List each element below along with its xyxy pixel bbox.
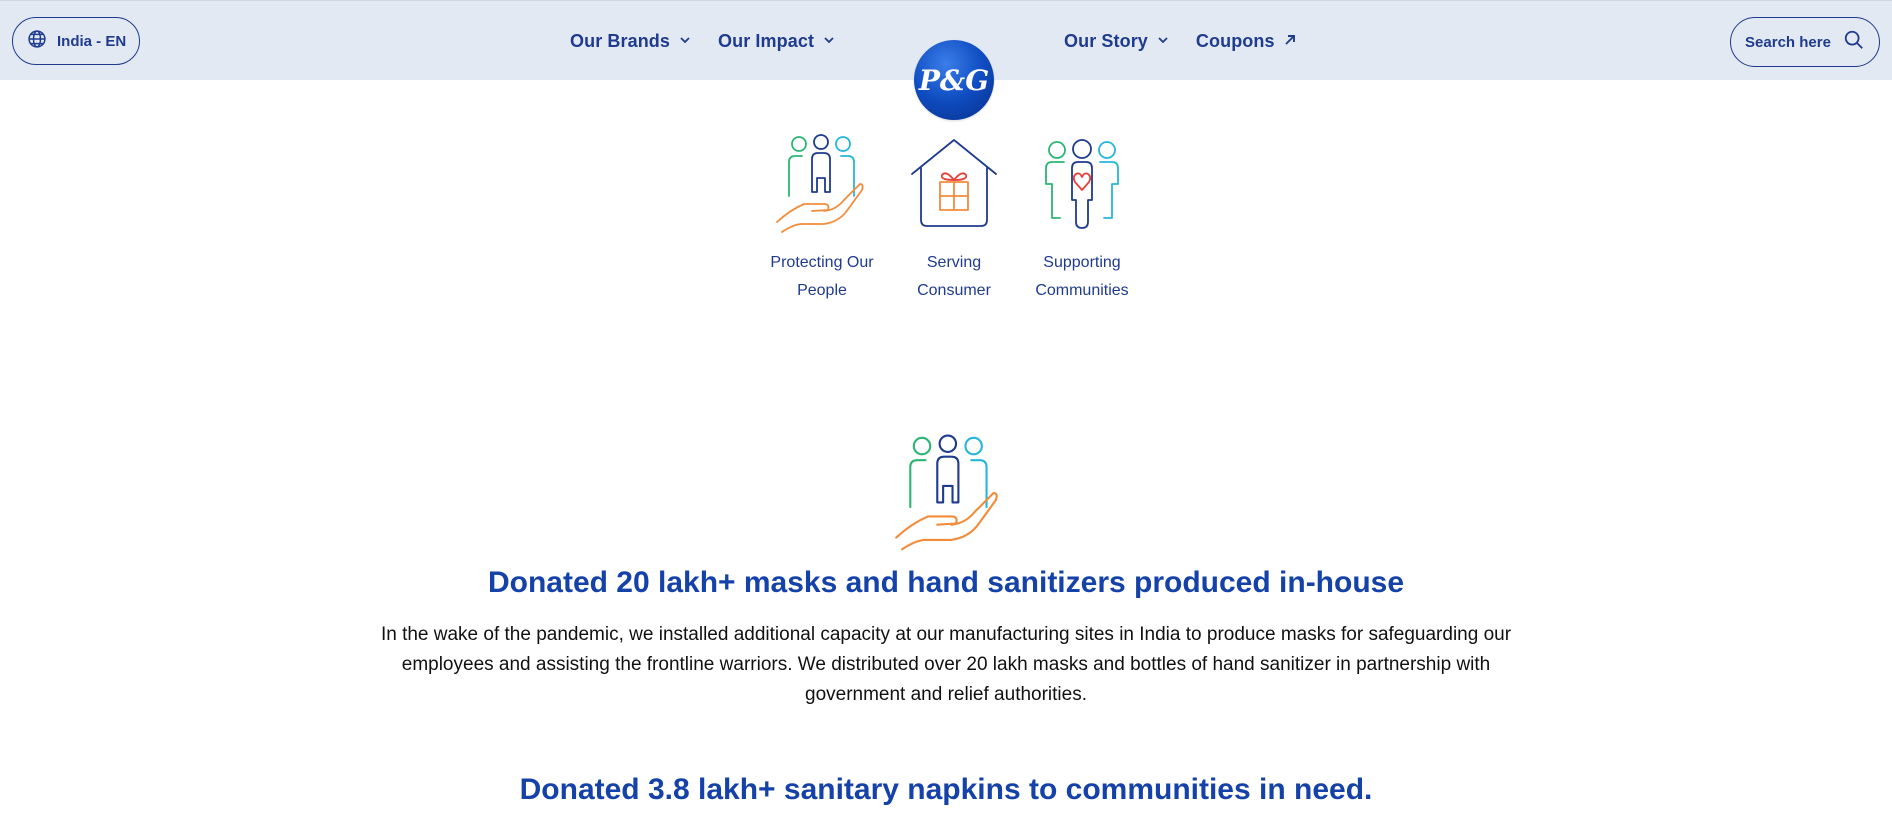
tab-label: Protecting Our People: [770, 249, 873, 305]
tab-label-line1: Supporting: [1043, 254, 1121, 271]
impact-tabs: Protecting Our People Serving Consumer S…: [754, 132, 1146, 305]
tab-label: Supporting Communities: [1035, 249, 1128, 305]
nav-label: Our Brands: [570, 30, 671, 51]
nav-our-impact[interactable]: Our Impact: [718, 31, 836, 52]
tab-supporting-communities[interactable]: Supporting Communities: [1018, 132, 1146, 305]
nav-label: Our Story: [1064, 30, 1148, 51]
tab-label-line2: Consumer: [917, 282, 991, 299]
globe-icon: [27, 29, 47, 53]
nav-our-brands[interactable]: Our Brands: [570, 31, 692, 52]
locale-label: India - EN: [57, 32, 127, 50]
tab-label-line1: Protecting Our: [770, 254, 874, 271]
tab-serving-consumer[interactable]: Serving Consumer: [890, 132, 1018, 305]
community-heart-icon: [1032, 132, 1132, 241]
nav-our-story[interactable]: Our Story: [1064, 31, 1170, 52]
primary-nav-left: Our Brands Our Impact: [570, 1, 836, 81]
external-arrow-icon: [1283, 31, 1297, 52]
locale-selector[interactable]: India - EN: [12, 17, 140, 65]
search-label: Search here: [1745, 33, 1831, 51]
tab-protecting-our-people[interactable]: Protecting Our People: [754, 132, 890, 305]
chevron-down-icon: [678, 31, 692, 52]
tab-label-line2: Communities: [1035, 282, 1129, 299]
nav-label: Our Impact: [718, 30, 815, 51]
pg-logo[interactable]: P&G: [914, 40, 994, 120]
primary-nav-right: Our Story Coupons: [1064, 1, 1297, 81]
tab-label-line2: People: [797, 282, 847, 299]
logo-text: P&G: [918, 63, 990, 97]
next-section-heading: Donated 3.8 lakh+ sanitary napkins to co…: [519, 773, 1373, 806]
tab-label: Serving Consumer: [917, 249, 991, 305]
people-in-hand-icon: [772, 132, 872, 241]
section-body: In the wake of the pandemic, we installe…: [380, 624, 1512, 705]
people-in-hand-icon: [888, 432, 1010, 554]
tab-label-line1: Serving: [926, 254, 982, 271]
chevron-down-icon: [1156, 31, 1170, 52]
house-gift-icon: [904, 132, 1004, 241]
search-icon: [1843, 29, 1865, 55]
chevron-down-icon: [822, 31, 836, 52]
search-button[interactable]: Search here: [1730, 17, 1880, 67]
nav-label: Coupons: [1195, 30, 1275, 51]
section-heading: Donated 20 lakh+ masks and hand sanitize…: [487, 566, 1405, 599]
nav-coupons[interactable]: Coupons: [1196, 31, 1297, 52]
